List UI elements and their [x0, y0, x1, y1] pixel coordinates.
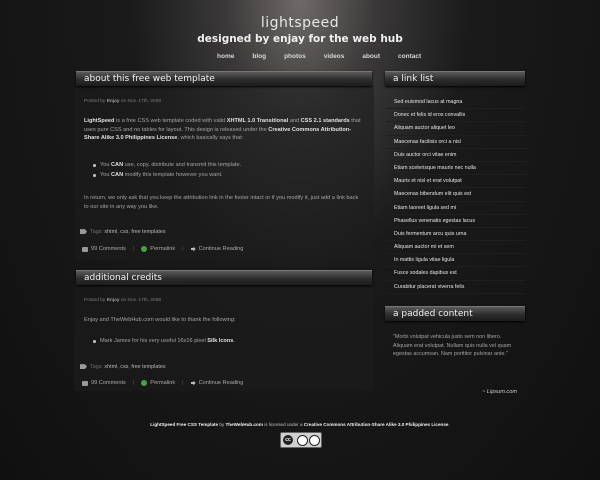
post-paragraph: Enjay and TheWebHub.com would like to th…	[84, 317, 236, 323]
site-header: lightspeed designed by enjay for the web…	[0, 0, 600, 66]
nav-contact[interactable]: contact	[389, 53, 430, 60]
arrow-right-icon	[190, 380, 196, 386]
footer-text: LightSpeed Free CSS Template by TheWebHu…	[150, 422, 450, 427]
share-alike-icon	[309, 435, 320, 446]
meta-author[interactable]: Enjay	[107, 99, 120, 104]
sidebar-link[interactable]: Etiam scelerisque mauris nec nulla	[386, 162, 526, 176]
tag-css[interactable]: css	[120, 229, 128, 235]
globe-icon	[141, 246, 148, 252]
globe-icon	[141, 380, 148, 386]
bullet-list: Mark James for his very useful 16x16 pix…	[92, 336, 352, 346]
sidebar-link[interactable]: Donec et felis id eros convallis	[386, 109, 526, 123]
css-link[interactable]: CSS 2.1 standards	[301, 118, 350, 124]
tag-icon	[80, 229, 87, 235]
sidebar-link[interactable]: Mauris et nisl et erat volutpat	[386, 175, 526, 189]
permalink-link[interactable]: Permalink	[141, 246, 175, 252]
sidebar-link[interactable]: Duis auctor orci vitae enim	[386, 149, 526, 162]
tag-xhtml[interactable]: xhtml	[104, 364, 117, 370]
brand-name: LightSpeed	[84, 118, 115, 124]
post-title[interactable]: additional credits	[76, 270, 372, 285]
sidebar-quote: "Morbi volutpat vehicula justo sem non l…	[393, 334, 512, 358]
comments-link[interactable]: 99 Comments	[82, 246, 126, 252]
attribution-icon	[297, 435, 308, 446]
comment-icon	[82, 380, 88, 386]
post-paragraph: In return, we only ask that you keep the…	[84, 195, 359, 210]
comment-icon	[82, 246, 88, 252]
post-meta: Posted by Enjay on Nov. 17th, 2008	[84, 298, 162, 303]
sidebar-heading: a padded content	[385, 306, 525, 321]
list-item: You CAN use, copy, distribute and transm…	[92, 160, 352, 170]
cc-icon: cc	[283, 435, 293, 445]
continue-reading-link[interactable]: Continue Reading	[190, 380, 243, 386]
sidebar-link[interactable]: Fusce sodales dapibus est	[386, 267, 526, 281]
sidebar-link[interactable]: Maecenas bibendum elit quis est	[386, 188, 526, 202]
post-meta: Posted by Enjay on Nov. 17th, 2008	[84, 99, 161, 104]
tag-free-templates[interactable]: free templates	[131, 364, 165, 370]
list-item: Mark James for his very useful 16x16 pix…	[92, 336, 352, 346]
template-name: LightSpeed Free CSS Template	[150, 422, 219, 427]
sidebar-link[interactable]: Phasellus venenatis egestas lacus	[386, 215, 526, 228]
site-tagline: designed by enjay for the web hub	[197, 33, 403, 45]
sidebar-heading: a link list	[385, 71, 525, 86]
post-actions: 99 Comments | Permalink | Continue Readi…	[82, 246, 243, 252]
comments-link[interactable]: 99 Comments	[82, 380, 126, 386]
silk-icons-link[interactable]: Silk Icons	[207, 338, 233, 344]
nav-home[interactable]: home	[208, 53, 243, 60]
tag-xhtml[interactable]: xhtml	[104, 229, 117, 235]
sidebar-link[interactable]: Duis fermentum arcu quis urna	[386, 228, 526, 242]
sidebar-link[interactable]: Aliquam auctor aliquet leo	[386, 122, 526, 136]
text: and	[288, 118, 301, 124]
continue-reading-link[interactable]: Continue Reading	[190, 246, 243, 252]
sidebar-link[interactable]: In mattis ligula vitae ligula	[386, 254, 526, 268]
sidebar-link[interactable]: Sed euismod lacus at magna	[386, 96, 526, 110]
tag-free-templates[interactable]: free templates	[131, 229, 165, 235]
sidebar-link[interactable]: Etiam laoreet ligula sed mi	[386, 202, 526, 215]
main-nav: home blog photos videos about contact	[208, 53, 430, 60]
site-title[interactable]: lightspeed	[0, 15, 600, 31]
tag-icon	[80, 364, 87, 370]
sidebar-link[interactable]: Aliquam auctor mi et sem	[386, 241, 526, 255]
meta-date: on Nov. 17th, 2008	[120, 99, 162, 104]
nav-blog[interactable]: blog	[243, 53, 275, 60]
post-tags: Tags: xhtml, css, free templates	[80, 364, 166, 370]
cc-license-badge[interactable]: cc	[280, 432, 322, 448]
link-list: Sed euismod lacus at magna Donec et feli…	[386, 96, 526, 294]
arrow-right-icon	[190, 246, 196, 252]
tags-label: Tags:	[90, 229, 105, 235]
post-paragraph: LightSpeed is a free CSS web template co…	[84, 117, 364, 143]
post-tags: Tags: xhtml, css, free templates	[80, 229, 166, 235]
xhtml-link[interactable]: XHTML 1.0 Transitional	[227, 118, 288, 124]
permalink-link[interactable]: Permalink	[141, 380, 175, 386]
nav-photos[interactable]: photos	[275, 53, 315, 60]
sidebar-link[interactable]: Curabitur placerat viverra felis	[386, 281, 526, 294]
sidebar-link[interactable]: Maecenas facilisis orci a nisl	[386, 136, 526, 149]
meta-prefix: Posted by	[84, 99, 106, 104]
nav-about[interactable]: about	[353, 53, 389, 60]
list-item: You CAN modify this template however you…	[92, 170, 352, 180]
post-title[interactable]: about this free web template	[76, 71, 372, 86]
license-link[interactable]: Creative Commons Attribution-Share Alike…	[304, 422, 449, 427]
webhub-link[interactable]: TheWebHub.com	[226, 422, 263, 427]
text: , which basically says that:	[177, 135, 244, 142]
nav-videos[interactable]: videos	[315, 53, 354, 60]
quote-citation: ~ Lipsum.com	[482, 389, 517, 395]
bullet-list: You CAN use, copy, distribute and transm…	[92, 160, 352, 180]
meta-author[interactable]: Enjay	[107, 298, 120, 303]
text: is a free CSS web template coded with va…	[114, 118, 227, 124]
post-actions: 99 Comments | Permalink | Continue Readi…	[82, 380, 243, 386]
tag-css[interactable]: css	[120, 364, 128, 370]
